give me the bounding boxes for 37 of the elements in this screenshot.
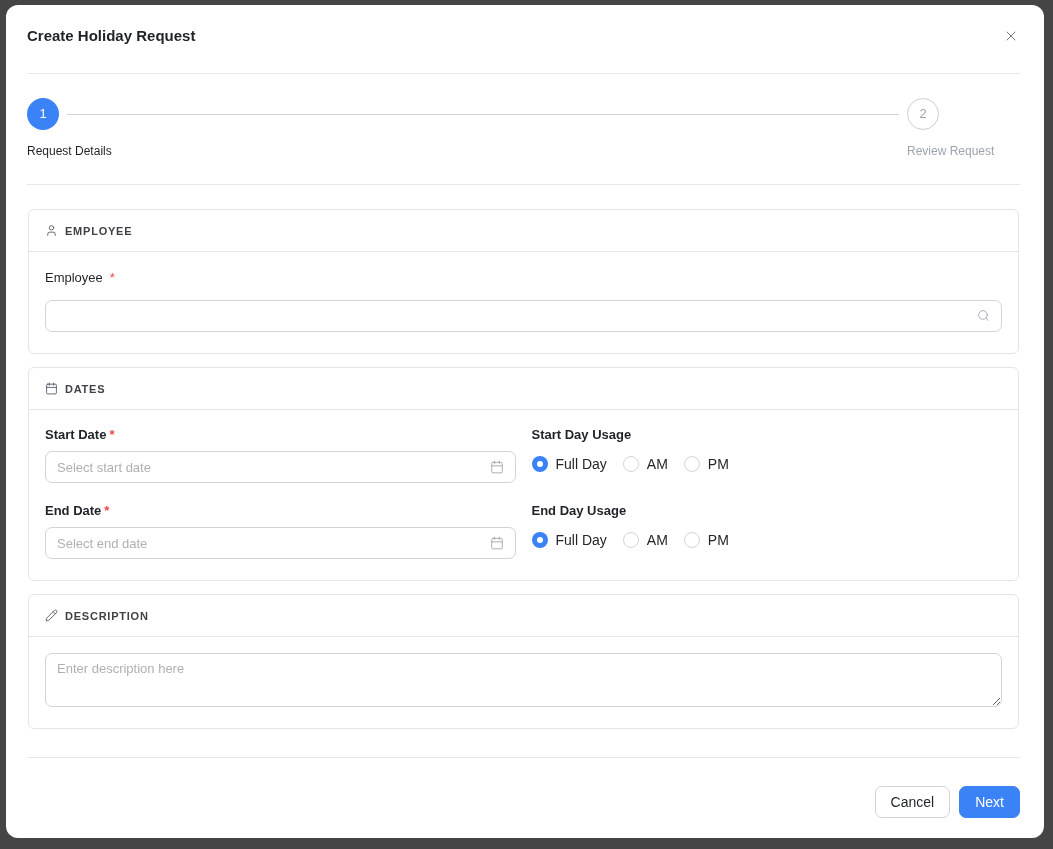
- radio-button[interactable]: [531, 532, 548, 548]
- option-label: PM: [707, 455, 729, 473]
- radio-button[interactable]: [622, 532, 639, 548]
- dialog-title: Create Holiday Request: [27, 26, 196, 46]
- step-label: Request Details: [27, 143, 112, 159]
- option-label: Full Day: [555, 531, 607, 549]
- section-title: EMPLOYEE: [65, 223, 133, 238]
- pencil-icon: [45, 609, 58, 622]
- option-label: PM: [707, 531, 729, 549]
- next-button[interactable]: Next: [959, 786, 1020, 818]
- person-icon: [45, 224, 58, 237]
- description-field[interactable]: Enter description here: [45, 653, 1002, 707]
- radio-button[interactable]: [683, 456, 700, 472]
- section-title: DATES: [65, 381, 106, 396]
- date-field[interactable]: Select start date: [45, 451, 516, 483]
- option-label: AM: [646, 455, 668, 473]
- step-indicator: 1: [27, 98, 59, 130]
- field-label: Employee *: [45, 269, 115, 287]
- field-label: End Date *: [45, 502, 110, 520]
- radio-button[interactable]: [683, 532, 700, 548]
- calendar-icon[interactable]: [489, 460, 504, 474]
- calendar-icon: [45, 382, 58, 395]
- section-title: DESCRIPTION: [65, 608, 149, 623]
- field-label: End Day Usage: [531, 502, 627, 520]
- field-label: Start Day Usage: [531, 426, 632, 444]
- step-label: Review Request: [907, 143, 995, 159]
- option-label: Full Day: [555, 455, 607, 473]
- field-label: Start Date *: [45, 426, 115, 444]
- step-indicator: 2: [907, 98, 939, 130]
- radio-button[interactable]: [531, 456, 548, 472]
- date-field[interactable]: Select end date: [45, 527, 516, 559]
- radio-button[interactable]: [622, 456, 639, 472]
- cancel-button[interactable]: Cancel: [874, 786, 951, 818]
- search-icon: [977, 309, 990, 322]
- calendar-icon[interactable]: [489, 536, 504, 550]
- option-label: AM: [646, 531, 668, 549]
- search-field[interactable]: [45, 300, 1002, 332]
